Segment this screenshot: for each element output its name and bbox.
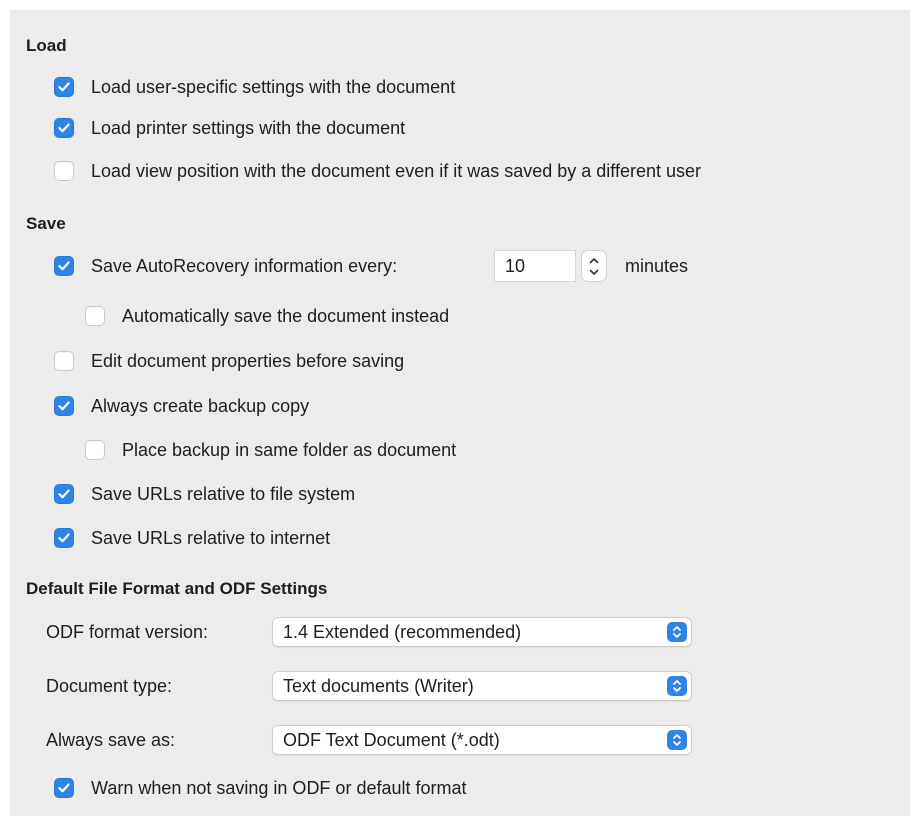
- load-view-position-checkbox[interactable]: [54, 161, 74, 181]
- warn-odf-option[interactable]: Warn when not saving in ODF or default f…: [54, 775, 467, 801]
- always-save-as-select[interactable]: ODF Text Document (*.odt): [272, 725, 692, 755]
- autorecovery-label: Save AutoRecovery information every:: [91, 256, 398, 276]
- backup-label: Always create backup copy: [91, 396, 310, 416]
- urls-file-system-label: Save URLs relative to file system: [91, 484, 356, 504]
- checkmark-icon: [58, 123, 70, 133]
- save-heading: Save: [26, 214, 66, 233]
- urls-file-system-checkbox[interactable]: [54, 484, 74, 504]
- document-type-label: Document type:: [46, 676, 173, 696]
- load-user-settings-label: Load user-specific settings with the doc…: [91, 77, 456, 97]
- odf-version-label: ODF format version:: [46, 622, 209, 642]
- checkmark-icon: [58, 533, 70, 543]
- warn-odf-checkbox[interactable]: [54, 778, 74, 798]
- select-arrows-icon: [667, 730, 687, 750]
- checkmark-icon: [58, 82, 70, 92]
- backup-option[interactable]: Always create backup copy: [54, 393, 309, 419]
- urls-file-system-option[interactable]: Save URLs relative to file system: [54, 481, 355, 507]
- format-heading: Default File Format and ODF Settings: [26, 579, 328, 598]
- load-view-position-label: Load view position with the document eve…: [91, 161, 702, 181]
- checkmark-icon: [58, 401, 70, 411]
- urls-internet-option[interactable]: Save URLs relative to internet: [54, 525, 330, 551]
- auto-save-option[interactable]: Automatically save the document instead: [85, 303, 449, 329]
- load-printer-settings-option[interactable]: Load printer settings with the document: [54, 115, 405, 141]
- load-heading: Load: [26, 36, 67, 55]
- backup-same-folder-option[interactable]: Place backup in same folder as document: [85, 437, 456, 463]
- urls-internet-label: Save URLs relative to internet: [91, 528, 331, 548]
- checkmark-icon: [58, 783, 70, 793]
- autorecovery-checkbox[interactable]: [54, 256, 74, 276]
- checkmark-icon: [58, 489, 70, 499]
- edit-properties-label: Edit document properties before saving: [91, 351, 405, 371]
- edit-properties-option[interactable]: Edit document properties before saving: [54, 348, 404, 374]
- load-printer-settings-checkbox[interactable]: [54, 118, 74, 138]
- load-user-settings-checkbox[interactable]: [54, 77, 74, 97]
- checkmark-icon: [58, 261, 70, 271]
- always-save-as-value: ODF Text Document (*.odt): [283, 730, 500, 750]
- chevron-up-icon[interactable]: [589, 254, 599, 266]
- document-type-value: Text documents (Writer): [283, 676, 474, 696]
- odf-version-select[interactable]: 1.4 Extended (recommended): [272, 617, 692, 647]
- chevron-down-icon[interactable]: [589, 266, 599, 278]
- load-user-settings-option[interactable]: Load user-specific settings with the doc…: [54, 74, 455, 100]
- odf-version-value: 1.4 Extended (recommended): [283, 622, 522, 642]
- auto-save-label: Automatically save the document instead: [122, 306, 450, 326]
- always-save-as-label: Always save as:: [46, 730, 176, 750]
- auto-save-checkbox[interactable]: [85, 306, 105, 326]
- load-view-position-option[interactable]: Load view position with the document eve…: [54, 158, 701, 184]
- select-arrows-icon: [667, 676, 687, 696]
- warn-odf-label: Warn when not saving in ODF or default f…: [91, 778, 467, 798]
- backup-same-folder-label: Place backup in same folder as document: [122, 440, 457, 460]
- select-arrows-icon: [667, 622, 687, 642]
- autorecovery-minutes-stepper[interactable]: [581, 250, 607, 282]
- backup-checkbox[interactable]: [54, 396, 74, 416]
- load-printer-settings-label: Load printer settings with the document: [91, 118, 406, 138]
- urls-internet-checkbox[interactable]: [54, 528, 74, 548]
- autorecovery-option[interactable]: Save AutoRecovery information every:: [54, 253, 397, 279]
- edit-properties-checkbox[interactable]: [54, 351, 74, 371]
- autorecovery-minutes-input[interactable]: 10: [494, 250, 576, 282]
- backup-same-folder-checkbox[interactable]: [85, 440, 105, 460]
- autorecovery-unit-label: minutes: [625, 256, 689, 276]
- document-type-select[interactable]: Text documents (Writer): [272, 671, 692, 701]
